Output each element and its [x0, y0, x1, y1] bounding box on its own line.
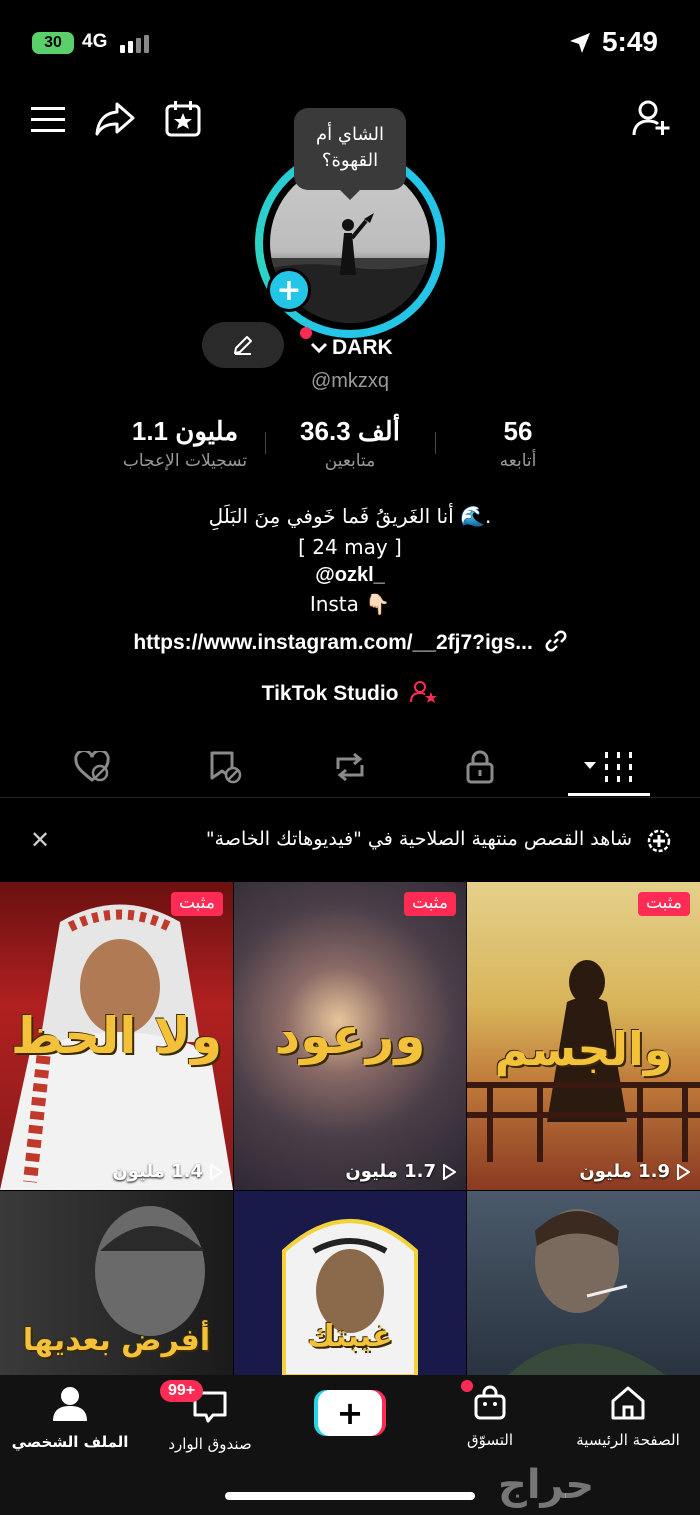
- bio-line: Insta 👇🏻: [309, 592, 391, 616]
- pinned-badge: مثبت: [403, 892, 456, 916]
- battery-indicator: 30: [32, 32, 74, 54]
- location-arrow-icon: [570, 33, 590, 53]
- add-story-button[interactable]: +: [267, 268, 311, 312]
- status-bar: 30 4G 5:49: [0, 0, 700, 80]
- grid-icon: [584, 752, 632, 782]
- pencil-icon: [234, 336, 252, 355]
- signal-icon: [120, 35, 150, 53]
- bio-line: أنا الغَريقُ فَما خَوفي مِنَ البَلَلِ 🌊.: [208, 504, 492, 528]
- nav-shop[interactable]: التسوّق: [450, 1385, 530, 1449]
- story-plus-icon: [647, 829, 671, 853]
- view-count: 1.7 مليون: [345, 1161, 456, 1182]
- nav-home[interactable]: الصفحة الرئيسية: [562, 1385, 694, 1449]
- bio-link[interactable]: https://www.instagram.com/__2fj7?igs...: [0, 630, 700, 655]
- video-overlay-text: ولا الحظ: [10, 1007, 223, 1065]
- inbox-badge: 99+: [160, 1380, 204, 1402]
- menu-icon[interactable]: [28, 100, 68, 140]
- note-bubble[interactable]: الشاي أم القهوة؟: [294, 108, 406, 200]
- calendar-star-icon[interactable]: [162, 98, 204, 140]
- video-thumbnail[interactable]: أفرض بعديها: [0, 1191, 233, 1376]
- video-overlay-text: أفرض بعديها: [22, 1323, 211, 1358]
- add-friend-icon[interactable]: [630, 98, 674, 140]
- following-stat[interactable]: 56 أتابعه: [458, 416, 578, 471]
- tab-favorites[interactable]: [205, 747, 245, 787]
- video-thumbnail[interactable]: مثبت والجسم 1.9 مليون: [467, 882, 700, 1190]
- home-indicator: [225, 1492, 475, 1500]
- person-icon: [53, 1387, 87, 1421]
- close-icon[interactable]: ✕: [30, 826, 50, 854]
- view-count: 1.9 مليون: [579, 1161, 690, 1182]
- tab-reposts[interactable]: [330, 747, 370, 787]
- banner-text: شاهد القصص منتهية الصلاحية في "فيديوهاتك…: [205, 828, 632, 850]
- followers-stat[interactable]: 36.3 ألف متابعين: [270, 416, 430, 471]
- home-icon: [611, 1386, 645, 1420]
- watermark: حراج: [498, 1462, 595, 1508]
- pinned-badge: مثبت: [637, 892, 690, 916]
- likes-stat: 1.1 مليون تسجيلات الإعجاب: [122, 416, 248, 471]
- repost-icon: [336, 752, 364, 782]
- video-thumbnail[interactable]: غيبتك: [234, 1191, 466, 1376]
- play-icon: [210, 1163, 223, 1180]
- bio-line: [ 24 may ]: [298, 535, 402, 559]
- bio-line: @ozkl_: [315, 564, 385, 586]
- play-icon: [443, 1163, 456, 1180]
- plus-icon: +: [318, 1390, 382, 1436]
- view-count: 1.4 مليون: [112, 1161, 223, 1182]
- bookmark-hidden-icon: [210, 751, 242, 784]
- tab-private[interactable]: [460, 747, 500, 787]
- display-name[interactable]: DARK: [310, 336, 393, 360]
- edit-profile-button[interactable]: [202, 322, 284, 368]
- lock-icon: [466, 750, 494, 784]
- play-icon: [677, 1163, 690, 1180]
- tab-liked[interactable]: [72, 747, 112, 787]
- video-thumbnail[interactable]: مثبت ولا الحظ 1.4 مليون: [0, 882, 233, 1190]
- clock: 5:49: [601, 26, 658, 57]
- video-overlay-text: والجسم: [494, 1022, 673, 1076]
- create-button[interactable]: +: [314, 1390, 386, 1436]
- video-thumbnail[interactable]: مثبت ورعود 1.7 مليون: [234, 882, 466, 1190]
- video-overlay-text: ورعود: [274, 1007, 426, 1065]
- video-thumbnail[interactable]: [467, 1191, 700, 1376]
- network-label: 4G: [82, 31, 108, 52]
- tiktok-studio-link[interactable]: TikTok Studio: [0, 680, 700, 706]
- tab-videos[interactable]: [580, 747, 638, 787]
- shopping-bag-icon: [474, 1385, 506, 1420]
- pinned-badge: مثبت: [170, 892, 223, 916]
- active-tab-indicator: [568, 793, 650, 796]
- profile-tabs: [0, 735, 700, 797]
- share-icon[interactable]: [94, 98, 136, 140]
- link-icon: [545, 630, 567, 652]
- username: @mkzxq: [310, 370, 390, 392]
- video-overlay-text: غيبتك: [307, 1319, 393, 1354]
- creator-star-icon: [410, 681, 438, 703]
- chevron-down-icon: [310, 342, 328, 354]
- note-text: الشاي أم القهوة؟: [316, 124, 384, 171]
- nav-profile[interactable]: الملف الشخصي: [8, 1385, 132, 1451]
- heart-hidden-icon: [74, 751, 110, 782]
